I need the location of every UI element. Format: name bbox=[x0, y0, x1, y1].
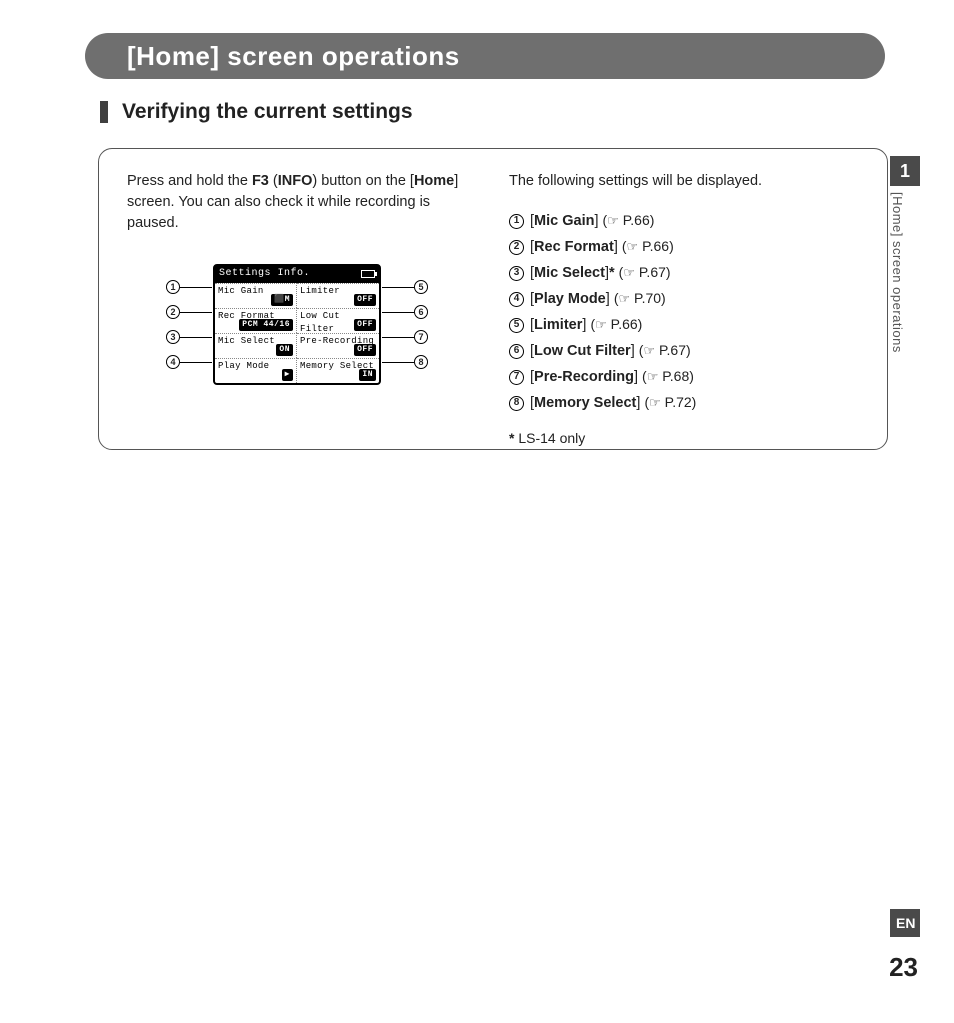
lead-line bbox=[180, 337, 212, 338]
settings-list: 1 [Mic Gain] (☞ P.66) 2 [Rec Format] (☞ P.6… bbox=[509, 210, 859, 414]
settings-list-item: 4 [Play Mode] (☞ P.70) bbox=[509, 288, 859, 310]
content-panel: Press and hold the F3 (INFO) button on t… bbox=[98, 148, 888, 450]
page-ref-icon: ☞ bbox=[607, 212, 619, 231]
side-tab: 1 [Home] screen operations bbox=[890, 156, 920, 353]
running-head: [Home] screen operations bbox=[890, 192, 905, 353]
page-ref-icon: ☞ bbox=[595, 316, 607, 335]
lead-line bbox=[180, 287, 212, 288]
settings-list-item: 2 [Rec Format] (☞ P.66) bbox=[509, 236, 859, 258]
callout-5: 5 bbox=[414, 280, 428, 294]
settings-list-item: 7 [Pre-Recording] (☞ P.68) bbox=[509, 366, 859, 388]
footnote: * LS-14 only bbox=[509, 428, 859, 448]
lcd-cell: Low Cut FilterOFF bbox=[297, 308, 379, 333]
intro-paragraph: Press and hold the F3 (INFO) button on t… bbox=[127, 171, 467, 234]
page-ref-icon: ☞ bbox=[647, 368, 659, 387]
item-number: 8 bbox=[509, 396, 524, 411]
item-text: [Low Cut Filter] (☞ P.67) bbox=[530, 340, 691, 362]
page-ref-icon: ☞ bbox=[627, 238, 639, 257]
settings-list-item: 3 [Mic Select]* (☞ P.67) bbox=[509, 262, 859, 284]
callout-8: 8 bbox=[414, 355, 428, 369]
item-text: [Mic Select]* (☞ P.67) bbox=[530, 262, 671, 284]
lcd-cell: LimiterOFF bbox=[297, 283, 379, 308]
language-badge: EN bbox=[890, 909, 920, 937]
item-text: [Mic Gain] (☞ P.66) bbox=[530, 210, 654, 232]
item-text: [Rec Format] (☞ P.66) bbox=[530, 236, 674, 258]
callout-6: 6 bbox=[414, 305, 428, 319]
item-number: 2 bbox=[509, 240, 524, 255]
lcd-diagram: 1 2 3 4 5 6 7 8 Settings Info. bbox=[172, 264, 422, 385]
lcd-cell: Pre-RecordingOFF bbox=[297, 333, 379, 358]
settings-list-intro: The following settings will be displayed… bbox=[509, 171, 859, 192]
page-number: 23 bbox=[889, 952, 918, 983]
item-text: [Pre-Recording] (☞ P.68) bbox=[530, 366, 694, 388]
settings-list-item: 5 [Limiter] (☞ P.66) bbox=[509, 314, 859, 336]
settings-list-item: 8 [Memory Select] (☞ P.72) bbox=[509, 392, 859, 414]
lcd-grid: Mic Gain⬛M LimiterOFF Rec FormatPCM 44/1… bbox=[215, 283, 379, 383]
callout-1: 1 bbox=[166, 280, 180, 294]
item-number: 1 bbox=[509, 214, 524, 229]
page-ref-icon: ☞ bbox=[649, 394, 661, 413]
lead-line bbox=[382, 337, 414, 338]
item-number: 5 bbox=[509, 318, 524, 333]
lcd-titlebar: Settings Info. bbox=[215, 266, 379, 283]
item-number: 4 bbox=[509, 292, 524, 307]
battery-icon bbox=[361, 270, 375, 278]
lcd-cell: Memory SelectIN bbox=[297, 358, 379, 383]
item-text: [Memory Select] (☞ P.72) bbox=[530, 392, 696, 414]
chapter-number-badge: 1 bbox=[890, 156, 920, 186]
lead-line bbox=[180, 312, 212, 313]
lead-line bbox=[180, 362, 212, 363]
lcd-cell: Mic SelectON bbox=[215, 333, 297, 358]
lcd-cell: Play Mode▶ bbox=[215, 358, 297, 383]
settings-list-item: 1 [Mic Gain] (☞ P.66) bbox=[509, 210, 859, 232]
lcd-screen: Settings Info. Mic Gain⬛M LimiterOFF Rec… bbox=[213, 264, 381, 385]
item-number: 6 bbox=[509, 344, 524, 359]
subheading-row: Verifying the current settings bbox=[100, 100, 413, 124]
callout-2: 2 bbox=[166, 305, 180, 319]
callout-7: 7 bbox=[414, 330, 428, 344]
item-text: [Play Mode] (☞ P.70) bbox=[530, 288, 666, 310]
item-number: 7 bbox=[509, 370, 524, 385]
page-ref-icon: ☞ bbox=[643, 342, 655, 361]
chapter-title: [Home] screen operations bbox=[127, 41, 460, 72]
page-ref-icon: ☞ bbox=[623, 264, 635, 283]
item-text: [Limiter] (☞ P.66) bbox=[530, 314, 642, 336]
chapter-header: [Home] screen operations bbox=[85, 33, 885, 79]
item-number: 3 bbox=[509, 266, 524, 281]
subheading-bar-icon bbox=[100, 101, 108, 123]
lead-line bbox=[382, 287, 414, 288]
lcd-cell: Rec FormatPCM 44/16 bbox=[215, 308, 297, 333]
page-ref-icon: ☞ bbox=[618, 290, 630, 309]
settings-list-item: 6 [Low Cut Filter] (☞ P.67) bbox=[509, 340, 859, 362]
callout-3: 3 bbox=[166, 330, 180, 344]
lcd-cell: Mic Gain⬛M bbox=[215, 283, 297, 308]
subheading-text: Verifying the current settings bbox=[122, 100, 413, 124]
lcd-title-text: Settings Info. bbox=[219, 267, 310, 282]
left-column: Press and hold the F3 (INFO) button on t… bbox=[127, 171, 467, 433]
lead-line bbox=[382, 362, 414, 363]
lead-line bbox=[382, 312, 414, 313]
callout-4: 4 bbox=[166, 355, 180, 369]
right-column: The following settings will be displayed… bbox=[509, 171, 859, 433]
